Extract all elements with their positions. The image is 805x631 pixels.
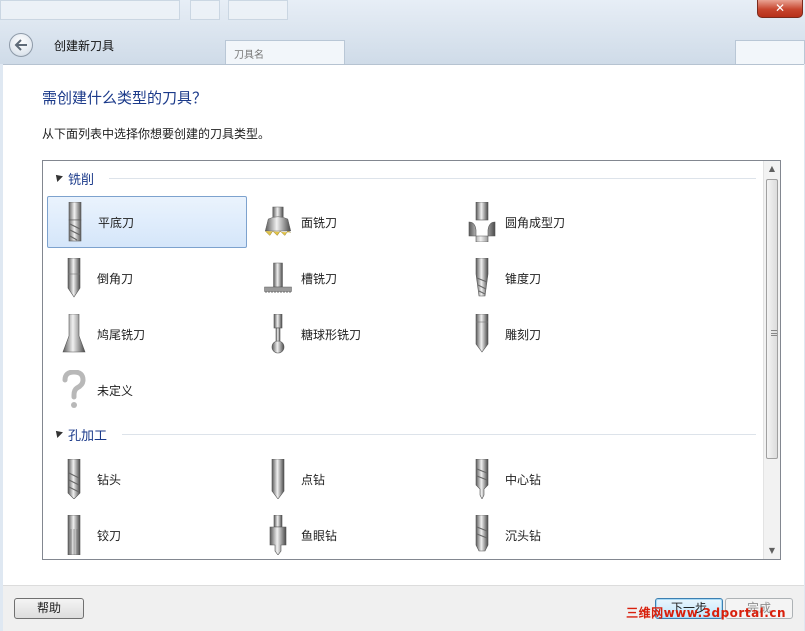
- tool-item-label: 沉头钻: [505, 528, 542, 543]
- tool-item-label: 铰刀: [97, 528, 122, 543]
- tool-item-label: 鸠尾铣刀: [97, 327, 146, 342]
- page-heading: 需创建什么类型的刀具？: [42, 89, 208, 107]
- tool-item-spot-drill[interactable]: 点钻: [251, 453, 451, 505]
- tool-item-label: 鱼眼钻: [301, 528, 338, 543]
- tool-item-face-mill[interactable]: 面铣刀: [251, 196, 451, 248]
- tool-item-label: 锥度刀: [505, 271, 542, 286]
- tool-item-drill[interactable]: 钻头: [47, 453, 247, 505]
- background-toolbar-fragment: [190, 0, 220, 20]
- tool-item-label: 平底刀: [98, 215, 135, 230]
- group-divider: [122, 434, 756, 435]
- tool-item-lollipop-mill[interactable]: 糖球形铣刀: [251, 308, 451, 360]
- group-label: 铣削: [68, 173, 95, 188]
- taper-mill-icon: [467, 256, 497, 300]
- engrave-tool-icon: [467, 312, 497, 356]
- tool-item-corner-round[interactable]: 圆角成型刀: [455, 196, 655, 248]
- lollipop-mill-icon: [263, 312, 293, 356]
- collapse-triangle-icon[interactable]: [53, 172, 63, 182]
- help-button[interactable]: 帮助: [14, 598, 84, 619]
- countersink-icon: [467, 513, 497, 557]
- tool-item-label: 糖球形铣刀: [301, 327, 362, 342]
- tool-item-dovetail-mill[interactable]: 鸠尾铣刀: [47, 308, 247, 360]
- tool-item-label: 槽铣刀: [301, 271, 338, 286]
- tool-item-label: 雕刻刀: [505, 327, 542, 342]
- tool-item-undefined[interactable]: 未定义: [47, 364, 247, 416]
- face-mill-icon: [263, 200, 293, 244]
- chamfer-mill-icon: [59, 256, 89, 300]
- tool-item-counterbore[interactable]: 鱼眼钻: [251, 509, 451, 559]
- question-mark-icon: [59, 368, 89, 412]
- tool-item-label: 点钻: [301, 472, 326, 487]
- tool-item-label: 倒角刀: [97, 271, 134, 286]
- background-toolbar-fragment: [0, 0, 180, 20]
- vertical-scrollbar[interactable]: ▲ ▼: [763, 161, 780, 559]
- tool-item-label: 面铣刀: [301, 215, 338, 230]
- scroll-grip-icon: [771, 330, 777, 336]
- tool-item-label: 圆角成型刀: [505, 215, 566, 230]
- counterbore-icon: [263, 513, 293, 557]
- group-header-milling[interactable]: 铣削: [51, 169, 756, 189]
- scrollbar-thumb[interactable]: [766, 179, 778, 459]
- watermark: 三维网www.3dportal.cn: [626, 606, 786, 620]
- tool-item-label: 钻头: [97, 472, 122, 487]
- flat-end-mill-icon: [60, 200, 90, 244]
- background-toolbar-fragment: [228, 0, 288, 20]
- collapse-triangle-icon[interactable]: [53, 428, 63, 438]
- group-divider: [109, 178, 756, 179]
- tool-item-label: 未定义: [97, 383, 134, 398]
- tool-item-countersink[interactable]: 沉头钻: [455, 509, 655, 559]
- instruction-text: 从下面列表中选择你想要创建的刀具类型。: [42, 127, 271, 141]
- group-label: 孔加工: [68, 429, 108, 444]
- tool-item-chamfer-mill[interactable]: 倒角刀: [47, 252, 247, 304]
- dialog-footer: 帮助 下一步 完成 三维网www.3dportal.cn: [3, 585, 804, 631]
- tool-item-center-drill[interactable]: 中心钻: [455, 453, 655, 505]
- scroll-up-arrow-icon[interactable]: ▲: [764, 161, 780, 177]
- slot-mill-icon: [263, 256, 293, 300]
- tool-item-flat-end-mill[interactable]: 平底刀: [47, 196, 247, 248]
- tool-item-label: 中心钻: [505, 472, 542, 487]
- tool-type-list[interactable]: 铣削 平底刀 面铣刀 圆角成型刀 倒角刀 槽铣刀 锥度刀 鸠尾铣刀 糖球形铣刀 …: [42, 160, 781, 560]
- spot-drill-icon: [263, 457, 293, 501]
- back-button[interactable]: [9, 33, 33, 57]
- corner-round-icon: [467, 200, 497, 244]
- tool-item-engrave-tool[interactable]: 雕刻刀: [455, 308, 655, 360]
- dialog-body: 需创建什么类型的刀具？ 从下面列表中选择你想要创建的刀具类型。 铣削 平底刀 面…: [3, 64, 804, 585]
- dovetail-mill-icon: [59, 312, 89, 356]
- center-drill-icon: [467, 457, 497, 501]
- drill-icon: [59, 457, 89, 501]
- tool-item-slot-mill[interactable]: 槽铣刀: [251, 252, 451, 304]
- tool-item-reamer[interactable]: 铰刀: [47, 509, 247, 559]
- group-header-hole-making[interactable]: 孔加工: [51, 425, 756, 445]
- dialog-title: 创建新刀具: [54, 39, 115, 53]
- window-close-button[interactable]: ✕: [757, 0, 803, 18]
- back-arrow-icon: [14, 39, 27, 51]
- scroll-down-arrow-icon[interactable]: ▼: [764, 543, 780, 559]
- tool-item-taper-mill[interactable]: 锥度刀: [455, 252, 655, 304]
- reamer-icon: [59, 513, 89, 557]
- dialog-header: 创建新刀具: [0, 28, 805, 64]
